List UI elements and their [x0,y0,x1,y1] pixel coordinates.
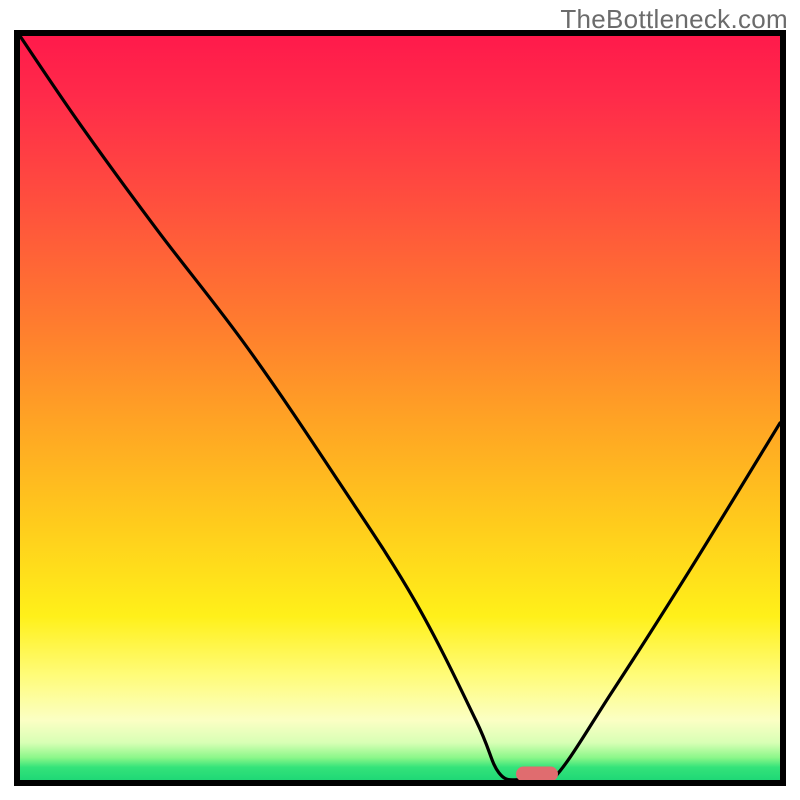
chart-stage: TheBottleneck.com [0,0,800,800]
bottleneck-curve [20,36,780,780]
plot-area [14,30,786,786]
optimal-marker [516,767,558,782]
curve-svg [20,36,780,780]
